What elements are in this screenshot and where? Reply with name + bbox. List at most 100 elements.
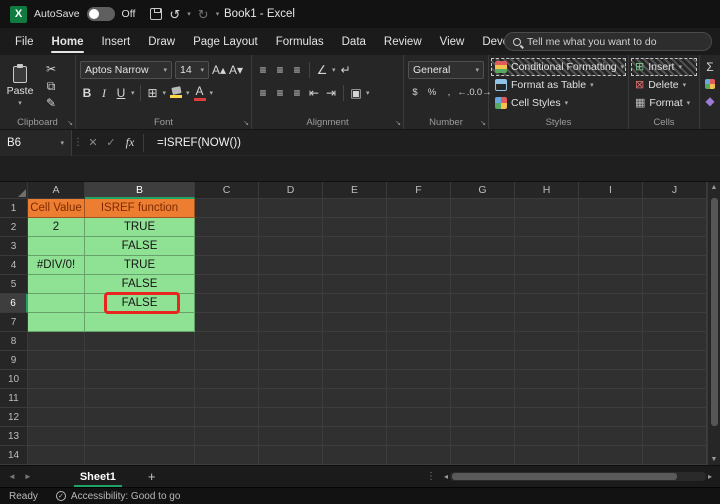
format-painter-icon[interactable]: ✎ (44, 97, 58, 109)
cell-G9[interactable] (451, 351, 515, 370)
cell-B8[interactable] (85, 332, 195, 351)
cell-J3[interactable] (643, 237, 707, 256)
cell-G1[interactable] (451, 199, 515, 218)
cell-B4[interactable]: TRUE (85, 256, 195, 275)
number-format-icon-2[interactable]: , (442, 88, 456, 98)
row-header-4[interactable]: 4 (0, 256, 28, 275)
cell-E1[interactable] (323, 199, 387, 218)
column-header-B[interactable]: B (85, 182, 195, 199)
cell-E6[interactable] (323, 294, 387, 313)
cell-C14[interactable] (195, 446, 259, 465)
cell-B6[interactable]: FALSE (85, 292, 195, 314)
formula-bar-handle[interactable]: ⋮ (72, 137, 84, 148)
merge-dropdown-icon[interactable]: ▾ (366, 89, 370, 97)
autosave-toggle[interactable] (86, 7, 115, 21)
cell-G14[interactable] (451, 446, 515, 465)
row-header-12[interactable]: 12 (0, 408, 28, 427)
cell-A7[interactable] (28, 313, 85, 332)
cell-J8[interactable] (643, 332, 707, 351)
merge-center-icon[interactable]: ▣ (349, 87, 363, 99)
cell-I1[interactable] (579, 199, 643, 218)
cell-A1[interactable]: Cell Value (28, 199, 85, 218)
cell-I6[interactable] (579, 294, 643, 313)
shrink-font-icon[interactable]: A▾ (229, 64, 243, 76)
ribbon-tab-file[interactable]: File (6, 28, 43, 55)
cell-G8[interactable] (451, 332, 515, 351)
cell-E12[interactable] (323, 408, 387, 427)
scroll-left-icon[interactable]: ◂ (444, 472, 448, 481)
save-icon[interactable] (150, 8, 163, 20)
cell-E2[interactable] (323, 218, 387, 237)
partial-addin-icon[interactable]: ◆ (703, 95, 717, 107)
paste-button[interactable]: Paste ▾ (2, 58, 38, 114)
cell-G3[interactable] (451, 237, 515, 256)
increase-indent-icon[interactable]: ⇥ (324, 87, 338, 99)
cell-H3[interactable] (515, 237, 579, 256)
cell-H4[interactable] (515, 256, 579, 275)
ribbon-tab-data[interactable]: Data (333, 28, 375, 55)
select-all-corner[interactable] (0, 182, 28, 199)
align-top-icon[interactable]: ≡ (256, 64, 270, 76)
row-header-9[interactable]: 9 (0, 351, 28, 370)
cell-C12[interactable] (195, 408, 259, 427)
cell-C2[interactable] (195, 218, 259, 237)
cell-C1[interactable] (195, 199, 259, 218)
cell-H10[interactable] (515, 370, 579, 389)
cell-J7[interactable] (643, 313, 707, 332)
cell-D7[interactable] (259, 313, 323, 332)
cell-B9[interactable] (85, 351, 195, 370)
insert-function-icon[interactable]: fx (120, 135, 140, 150)
redo-icon[interactable]: ↻ (198, 8, 209, 21)
cell-J6[interactable] (643, 294, 707, 313)
fill-color-button[interactable] (169, 86, 183, 98)
cell-G6[interactable] (451, 294, 515, 313)
cell-G4[interactable] (451, 256, 515, 275)
cell-I14[interactable] (579, 446, 643, 465)
undo-dropdown-icon[interactable]: ▾ (187, 10, 191, 18)
cell-B11[interactable] (85, 389, 195, 408)
cell-C9[interactable] (195, 351, 259, 370)
cell-G2[interactable] (451, 218, 515, 237)
scroll-right-icon[interactable]: ▸ (708, 472, 712, 481)
ribbon-tab-home[interactable]: Home (43, 28, 93, 55)
ribbon-tab-view[interactable]: View (431, 28, 474, 55)
name-box[interactable]: B6 ▾ (0, 129, 72, 156)
cell-D13[interactable] (259, 427, 323, 446)
cell-H14[interactable] (515, 446, 579, 465)
cell-E8[interactable] (323, 332, 387, 351)
number-format-icon-0[interactable]: $ (408, 88, 422, 98)
sheet-nav-right-icon[interactable]: ► (24, 472, 32, 481)
cell-A11[interactable] (28, 389, 85, 408)
cell-J10[interactable] (643, 370, 707, 389)
cell-J11[interactable] (643, 389, 707, 408)
cell-A3[interactable] (28, 237, 85, 256)
delete-cells-button[interactable]: ⊠ Delete ▾ (631, 76, 697, 94)
row-header-13[interactable]: 13 (0, 427, 28, 446)
font-size-select[interactable]: 14 ▾ (175, 60, 209, 79)
orientation-dropdown-icon[interactable]: ▾ (332, 66, 336, 74)
ribbon-tab-review[interactable]: Review (375, 28, 431, 55)
column-header-E[interactable]: E (323, 182, 387, 199)
cell-B13[interactable] (85, 427, 195, 446)
cell-I9[interactable] (579, 351, 643, 370)
cell-A2[interactable]: 2 (28, 218, 85, 237)
column-header-F[interactable]: F (387, 182, 451, 199)
cell-B2[interactable]: TRUE (85, 218, 195, 237)
cell-A12[interactable] (28, 408, 85, 427)
cell-B12[interactable] (85, 408, 195, 427)
cell-H6[interactable] (515, 294, 579, 313)
cell-C4[interactable] (195, 256, 259, 275)
insert-cells-button[interactable]: ⊞ Insert ▾ (631, 58, 697, 76)
font-dialog-launcher-icon[interactable]: ↘ (243, 119, 249, 127)
column-header-C[interactable]: C (195, 182, 259, 199)
cell-J5[interactable] (643, 275, 707, 294)
cell-E7[interactable] (323, 313, 387, 332)
cell-E13[interactable] (323, 427, 387, 446)
decrease-indent-icon[interactable]: ⇤ (307, 87, 321, 99)
cell-H13[interactable] (515, 427, 579, 446)
row-header-7[interactable]: 7 (0, 313, 28, 332)
cell-I2[interactable] (579, 218, 643, 237)
cell-F1[interactable] (387, 199, 451, 218)
cell-G10[interactable] (451, 370, 515, 389)
vertical-scrollbar[interactable]: ▲ ▼ (707, 182, 720, 465)
